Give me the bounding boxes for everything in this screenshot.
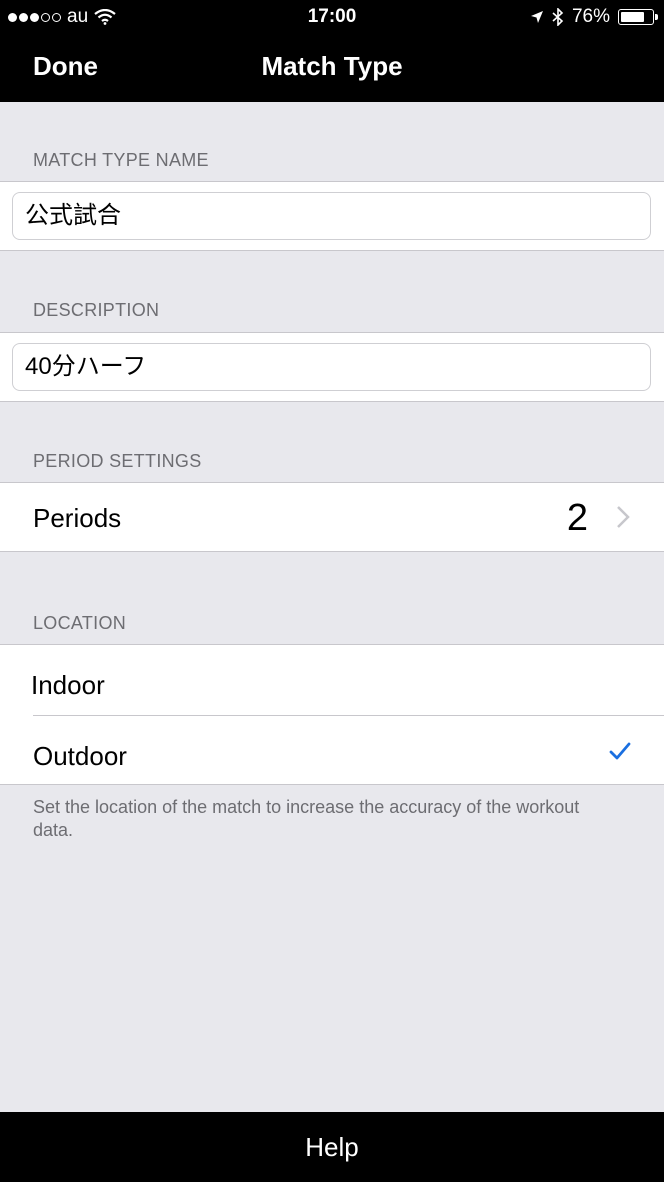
section-header-location: LOCATION bbox=[33, 613, 127, 633]
location-option-outdoor[interactable]: Outdoor bbox=[0, 716, 664, 786]
battery-level bbox=[621, 12, 644, 22]
battery-cap bbox=[655, 14, 658, 20]
description-cell: 40分ハーフ bbox=[0, 332, 664, 402]
section-header-period-settings: PERIOD SETTINGS bbox=[33, 451, 202, 471]
periods-value: 2 bbox=[566, 497, 588, 539]
battery-percent: 76% bbox=[571, 6, 610, 27]
location-arrow-icon bbox=[530, 11, 543, 23]
description-field[interactable]: 40分ハーフ bbox=[12, 343, 651, 391]
section-header-description: DESCRIPTION bbox=[33, 300, 160, 320]
location-footer-note: Set the location of the match to increas… bbox=[33, 797, 580, 840]
periods-label: Periods bbox=[33, 503, 122, 533]
status-right: 76% bbox=[530, 6, 658, 28]
location-option-label: Indoor bbox=[31, 670, 105, 700]
checkmark-icon bbox=[609, 742, 631, 760]
bottom-toolbar: Help bbox=[0, 1112, 664, 1182]
chevron-right-icon bbox=[617, 506, 630, 528]
match-type-name-field[interactable]: 公式試合 bbox=[12, 192, 651, 240]
section-header-match-type-name: MATCH TYPE NAME bbox=[33, 150, 209, 170]
navigation-bar: Done Match Type bbox=[0, 34, 664, 102]
location-group: Indoor Outdoor bbox=[0, 644, 664, 785]
location-option-label: Outdoor bbox=[33, 741, 127, 771]
bluetooth-icon bbox=[552, 8, 564, 26]
periods-row[interactable]: Periods 2 bbox=[0, 482, 664, 552]
page-title: Match Type bbox=[261, 51, 403, 81]
status-bar: au 17:00 76% bbox=[0, 0, 664, 34]
match-type-name-cell: 公式試合 bbox=[0, 181, 664, 251]
battery-icon bbox=[618, 9, 658, 25]
help-button[interactable]: Help bbox=[305, 1132, 358, 1163]
location-option-indoor[interactable]: Indoor bbox=[0, 645, 664, 715]
